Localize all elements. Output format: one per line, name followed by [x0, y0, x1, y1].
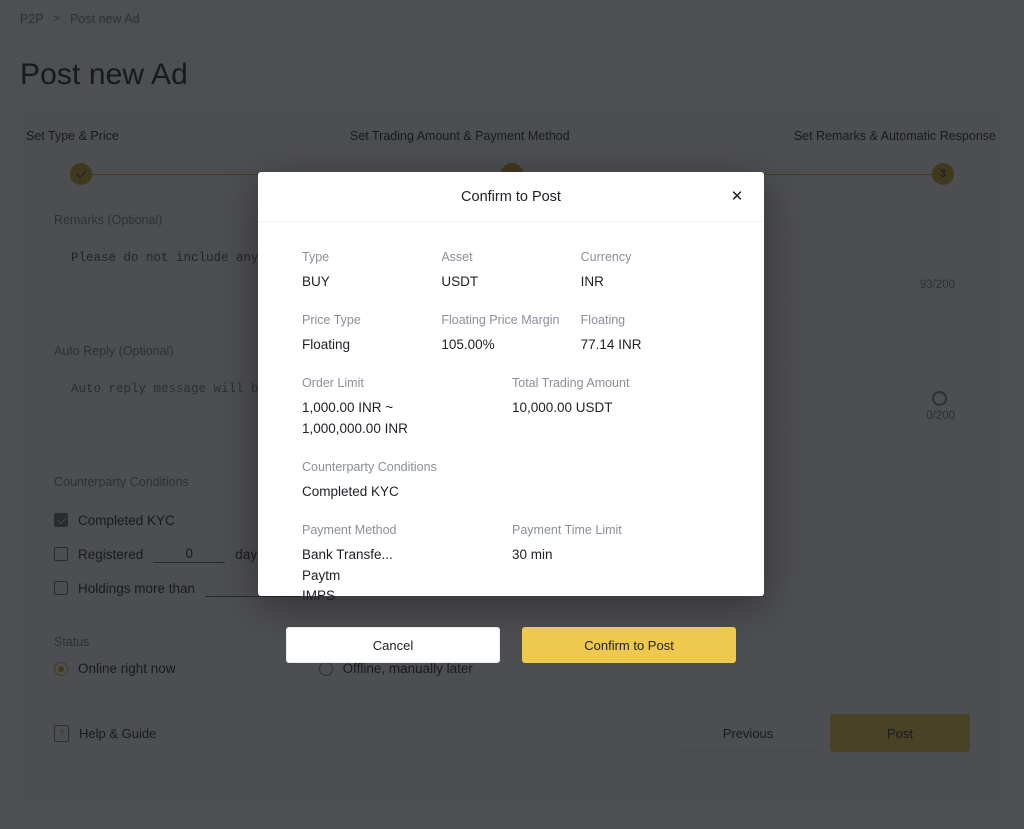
modal-row-1: Type BUY Asset USDT Currency INR: [302, 250, 720, 293]
modal-field-price-type: Price Type Floating: [302, 313, 441, 356]
modal-label: Counterparty Conditions: [302, 459, 437, 474]
modal-field-total-trading-amount: Total Trading Amount 10,000.00 USDT: [512, 376, 652, 440]
close-icon[interactable]: ✕: [726, 186, 748, 208]
modal-label: Payment Time Limit: [512, 522, 622, 537]
cancel-button[interactable]: Cancel: [286, 627, 501, 664]
confirm-to-post-modal: Confirm to Post ✕ Type BUY Asset USDT Cu…: [258, 172, 764, 664]
modal-value: 10,000.00 USDT: [512, 399, 613, 415]
modal-row-2: Price Type Floating Floating Price Margi…: [302, 313, 720, 356]
modal-value: Floating: [302, 336, 351, 352]
modal-value: 30 min: [512, 546, 553, 562]
modal-field-order-limit: Order Limit 1,000.00 INR ~ 1,000,000.00 …: [302, 376, 512, 440]
modal-label: Price Type: [302, 312, 361, 327]
modal-value: Completed KYC: [302, 483, 399, 499]
modal-footer: Cancel Confirm to Post: [258, 627, 764, 697]
modal-value: 105.00%: [441, 336, 495, 352]
modal-value: 77.14 INR: [580, 336, 642, 352]
post-new-ad-page: P2P > Post new Ad Post new Ad Set Type &…: [0, 0, 1024, 829]
modal-label: Type: [302, 250, 330, 264]
modal-label: Floating Price Margin: [441, 312, 560, 327]
modal-label: Payment Method: [302, 522, 397, 537]
modal-value: INR: [580, 274, 604, 289]
modal-field-counterparty-conditions: Counterparty Conditions Completed KYC: [302, 460, 512, 503]
modal-field-currency: Currency INR: [581, 250, 720, 293]
modal-value: Bank Transfe... Paytm IMPS: [302, 546, 393, 604]
modal-row-4: Counterparty Conditions Completed KYC: [302, 460, 720, 503]
modal-body: Type BUY Asset USDT Currency INR Price T…: [258, 222, 764, 627]
modal-label: Currency: [580, 250, 632, 264]
modal-field-type: Type BUY: [302, 250, 441, 293]
modal-row-5: Payment Method Bank Transfe... Paytm IMP…: [302, 523, 720, 608]
modal-label: Order Limit: [302, 375, 364, 390]
modal-label: Asset: [441, 250, 473, 264]
modal-header: Confirm to Post ✕: [258, 172, 764, 222]
modal-field-floating-price-margin: Floating Price Margin 105.00%: [441, 313, 580, 356]
modal-field-asset: Asset USDT: [441, 250, 580, 293]
modal-value: USDT: [441, 274, 479, 289]
modal-title: Confirm to Post: [461, 188, 561, 205]
modal-label: Total Trading Amount: [512, 375, 630, 390]
modal-field-floating: Floating 77.14 INR: [581, 313, 720, 356]
modal-field-payment-method: Payment Method Bank Transfe... Paytm IMP…: [302, 523, 512, 608]
confirm-to-post-button[interactable]: Confirm to Post: [522, 627, 736, 664]
modal-row-3: Order Limit 1,000.00 INR ~ 1,000,000.00 …: [302, 376, 720, 440]
modal-field-payment-time-limit: Payment Time Limit 30 min: [512, 523, 652, 608]
modal-value: BUY: [302, 274, 330, 289]
modal-value: 1,000.00 INR ~ 1,000,000.00 INR: [302, 399, 408, 436]
modal-label: Floating: [580, 312, 626, 327]
